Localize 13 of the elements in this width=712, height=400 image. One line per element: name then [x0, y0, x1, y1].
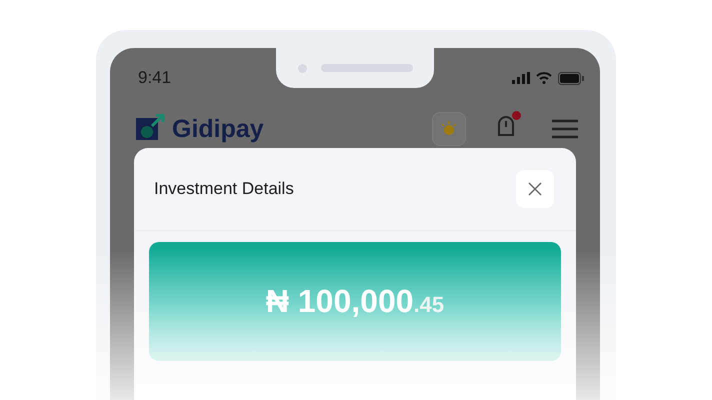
signal-icon	[512, 72, 530, 84]
investment-amount: ₦ 100,000.45	[266, 283, 444, 320]
modal-title: Investment Details	[154, 179, 294, 199]
wifi-icon	[536, 72, 552, 84]
battery-icon	[558, 72, 584, 84]
close-button[interactable]	[516, 170, 554, 208]
close-icon	[528, 182, 542, 196]
theme-toggle-button[interactable]	[432, 112, 466, 146]
status-time: 9:41	[138, 68, 172, 88]
sun-icon	[441, 121, 457, 137]
brand-name: Gidipay	[172, 115, 264, 143]
bell-icon[interactable]	[496, 115, 516, 139]
menu-icon[interactable]	[552, 119, 578, 139]
